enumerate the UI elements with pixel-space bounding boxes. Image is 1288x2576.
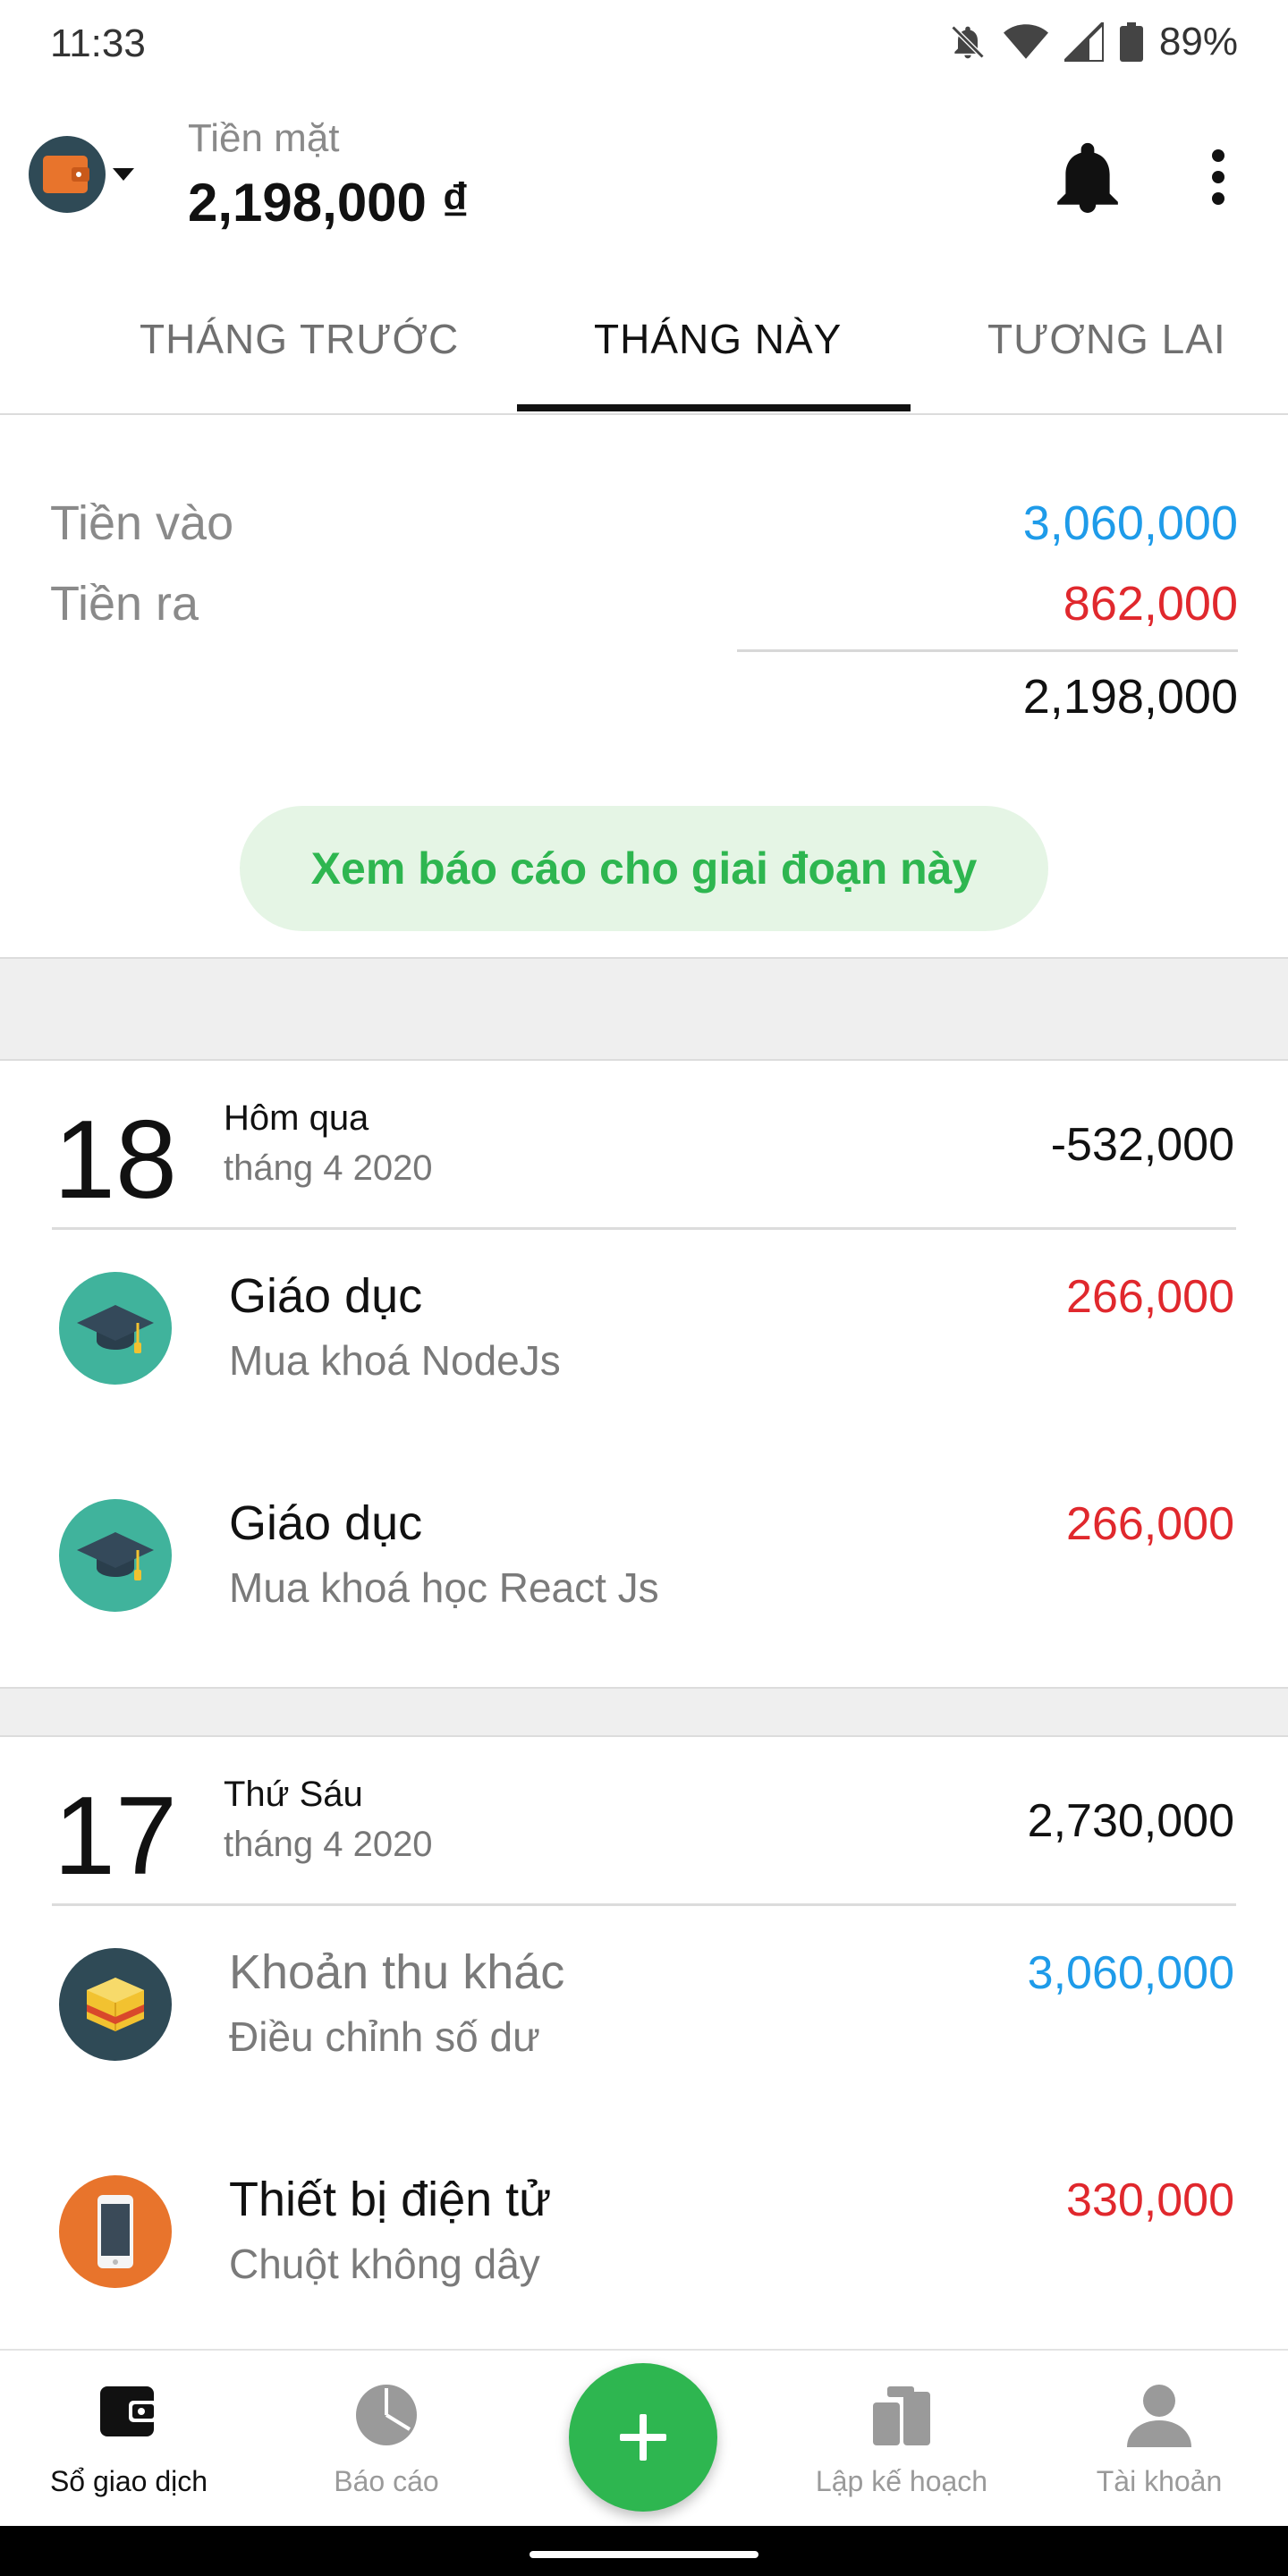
wallet-icon [100,2386,157,2436]
transaction-note: Mua khoá học React Js [229,1564,659,1611]
transaction-amount: 266,000 [1066,1271,1234,1323]
day-number: 17 [54,1775,177,1898]
nav-account[interactable]: Tài khoản [1030,2351,1288,2528]
transaction-row[interactable]: Khoản thu khác Điều chỉnh số dư 3,060,00… [0,1912,1288,2136]
inflow-label: Tiền vào [50,496,234,550]
notifications-off-icon [951,25,985,59]
transaction-category: Khoản thu khác [229,1945,565,1999]
nav-label: Tài khoản [1096,2465,1223,2497]
transaction-category: Giáo dục [229,1496,423,1550]
inflow-value: 3,060,000 [1022,496,1238,550]
day-total: 2,730,000 [1027,1795,1234,1847]
status-icons: 89% [948,20,1238,64]
transaction-amount: 330,000 [1066,2174,1234,2226]
summary-divider [737,649,1238,652]
wallet-avatar[interactable] [29,136,106,213]
tab-last-month[interactable]: THÁNG TRƯỚC [140,315,459,363]
nav-label: Báo cáo [334,2465,439,2497]
nav-transactions[interactable]: Sổ giao dịch [0,2351,258,2528]
period-summary: Tiền vào 3,060,000 Tiền ra 862,000 2,198… [0,415,1288,959]
outflow-value: 862,000 [1063,577,1238,631]
nav-report[interactable]: Báo cáo [258,2351,515,2528]
net-total: 2,198,000 [1022,670,1238,724]
status-bar: 11:33 89% [0,0,1288,89]
day-divider [52,1903,1236,1906]
transaction-row[interactable]: Giáo dục Mua khoá NodeJs 266,000 [0,1236,1288,1460]
transaction-category: Giáo dục [229,1269,423,1323]
smartphone-icon [59,2175,172,2288]
tab-this-month[interactable]: THÁNG NÀY [594,315,842,363]
graduation-cap-icon [59,1499,172,1612]
wallet-name[interactable]: Tiền mặt [188,116,340,161]
day-divider [52,1227,1236,1230]
wifi-icon [1003,24,1048,59]
period-tabs: THÁNG TRƯỚC THÁNG NÀY TƯƠNG LAI [0,268,1288,415]
day-total: -532,000 [1050,1119,1234,1171]
more-vert-icon[interactable] [1208,148,1229,206]
day-month: tháng 4 2020 [224,1825,433,1864]
nav-label: Lập kế hoạch [815,2465,988,2497]
nav-planning[interactable]: Lập kế hoạch [773,2351,1030,2528]
transaction-note: Mua khoá NodeJs [229,1337,561,1384]
day-month: tháng 4 2020 [224,1148,433,1188]
box-icon [59,1948,172,2061]
transaction-note: Chuột không dây [229,2241,540,2287]
transaction-row[interactable]: Thiết bị điện tử Chuột không dây 330,000 [0,2140,1288,2363]
battery-icon [1119,22,1143,62]
transaction-amount: 266,000 [1066,1498,1234,1550]
pie-chart-icon [356,2385,417,2445]
tab-future[interactable]: TƯƠNG LAI [987,315,1226,363]
transaction-group: 18 Hôm qua tháng 4 2020 -532,000 Giáo dụ… [0,1059,1288,1689]
wallet-icon [43,156,89,193]
tab-indicator [517,404,911,411]
transaction-amount: 3,060,000 [1027,1947,1234,1999]
transaction-row[interactable]: Giáo dục Mua khoá học React Js 266,000 [0,1463,1288,1687]
transaction-note: Điều chỉnh số dư [229,2013,540,2060]
battery-percent: 89% [1158,20,1238,64]
outflow-label: Tiền ra [50,577,199,631]
plus-icon [620,2414,666,2461]
bell-icon[interactable] [1054,141,1122,213]
wallet-balance: 2,198,000 ₫ [188,173,470,233]
app-header: Tiền mặt 2,198,000 ₫ [0,89,1288,268]
transaction-category: Thiết bị điện tử [229,2173,552,2226]
status-time: 11:33 [50,21,146,65]
view-report-button[interactable]: Xem báo cáo cho giai đoạn này [240,806,1048,931]
nav-label: Sổ giao dịch [49,2465,208,2497]
day-name: Hôm qua [224,1098,369,1138]
person-icon [1127,2385,1191,2447]
planning-icon [873,2386,930,2445]
signal-icon [1063,22,1104,62]
add-transaction-button[interactable] [569,2363,717,2512]
day-name: Thứ Sáu [224,1775,363,1814]
home-gesture-handle[interactable] [530,2551,758,2558]
caret-down-icon[interactable] [111,166,136,182]
transaction-group: 17 Thứ Sáu tháng 4 2020 2,730,000 Khoản … [0,1735,1288,2365]
day-number: 18 [54,1098,177,1222]
graduation-cap-icon [59,1272,172,1385]
